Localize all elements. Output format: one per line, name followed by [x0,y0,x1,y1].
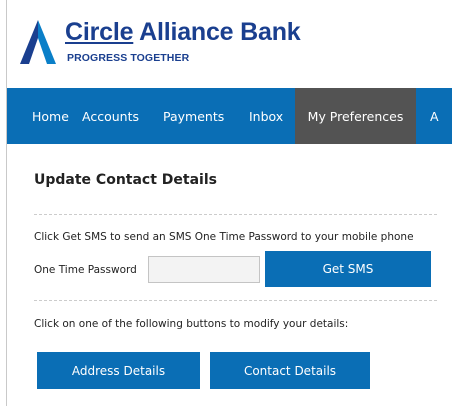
nav-item-overflow[interactable]: A [416,88,439,144]
nav-item-home[interactable]: Home [7,88,82,144]
nav-item-inbox[interactable]: Inbox [249,88,295,144]
brand-name-part2: Alliance Bank [133,18,301,46]
nav-item-payments[interactable]: Payments [163,88,249,144]
section-divider [34,214,437,215]
bank-logo-icon [20,20,56,64]
nav-item-my-preferences[interactable]: My Preferences [295,88,416,144]
address-details-button[interactable]: Address Details [37,352,200,389]
otp-input[interactable] [148,256,260,283]
sms-instruction: Click Get SMS to send an SMS One Time Pa… [34,231,414,243]
modify-instruction: Click on one of the following buttons to… [34,318,349,330]
brand-name: Circle Alliance Bank [65,18,301,47]
otp-label: One Time Password [34,264,137,276]
bank-logo[interactable]: Circle Alliance Bank PROGRESS TOGETHER [20,18,320,70]
brand-tagline: PROGRESS TOGETHER [67,52,190,64]
brand-name-part1: Circle [65,18,134,46]
get-sms-button[interactable]: Get SMS [265,251,431,287]
page-frame: Circle Alliance Bank PROGRESS TOGETHER H… [6,0,452,406]
page-title: Update Contact Details [34,172,217,188]
contact-details-button[interactable]: Contact Details [210,352,370,389]
nav-item-accounts[interactable]: Accounts [82,88,163,144]
section-divider [34,300,437,301]
main-nav: Home Accounts Payments Inbox My Preferen… [7,88,452,144]
